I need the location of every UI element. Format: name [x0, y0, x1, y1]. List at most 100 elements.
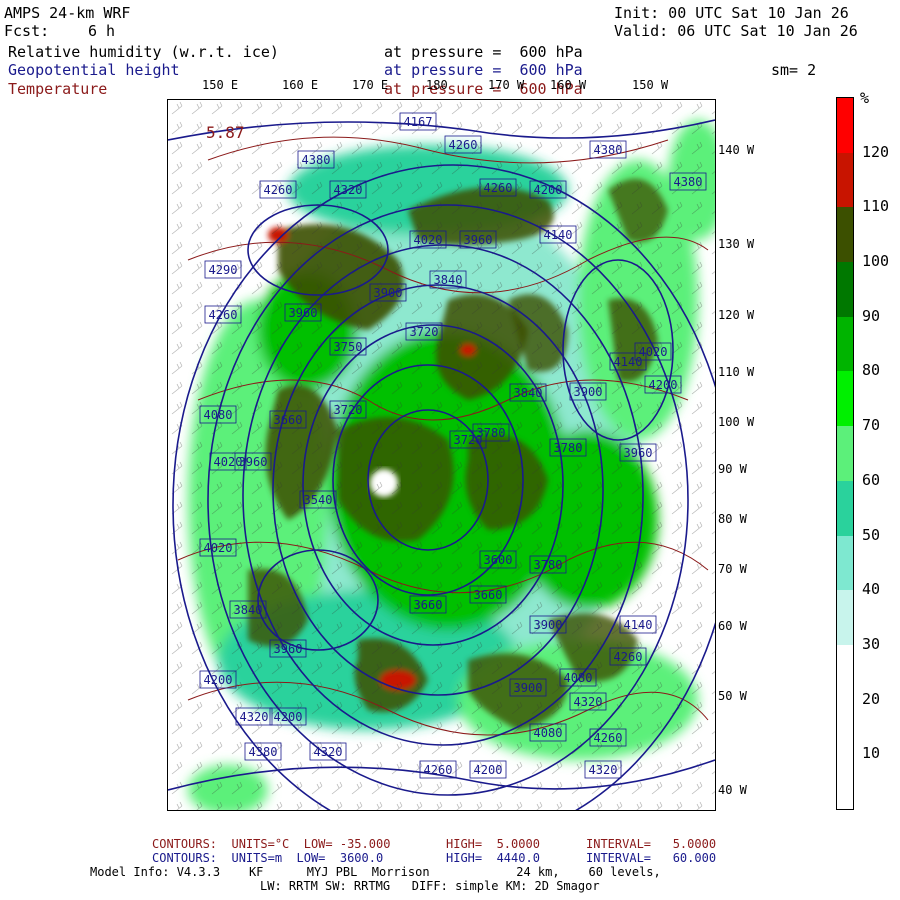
lat-label-130w: 130 W: [718, 237, 755, 251]
smoothing-label: sm= 2: [771, 61, 817, 79]
height-label: 3720: [410, 325, 439, 339]
lat-label-140w: 140 W: [718, 143, 755, 157]
height-label: 4080: [204, 408, 233, 422]
footer-height-contours: CONTOURS: UNITS=m LOW= 3600.0: [152, 851, 384, 865]
footer-height-interval: INTERVAL= 60.000: [586, 851, 717, 865]
height-label: 4140: [624, 618, 653, 632]
lon-label-150w: 150 W: [632, 78, 669, 92]
lat-label-90w: 90 W: [718, 462, 747, 476]
colorbar-segment: [837, 316, 853, 372]
colorbar-tick-label: 90: [862, 306, 881, 325]
height-label: 4260: [424, 763, 453, 777]
lat-label-120w: 120 W: [718, 308, 755, 322]
height-label: 4200: [474, 763, 503, 777]
height-label: 4320: [589, 763, 618, 777]
colorbar-tick-label: 30: [862, 634, 881, 653]
height-label: 4260: [264, 183, 293, 197]
lon-label-150e: 150 E: [202, 78, 239, 92]
field-height-name: Geopotential height: [8, 61, 180, 79]
height-label: 4167: [404, 115, 433, 129]
colorbar-segment: [837, 98, 853, 154]
height-label: 4320: [240, 710, 269, 724]
colorbar-tick-label: 20: [862, 689, 881, 708]
height-label: 4080: [564, 671, 593, 685]
lon-label-160e: 160 E: [282, 78, 319, 92]
height-label: 3900: [514, 681, 543, 695]
colorbar-segment: [837, 754, 853, 810]
colorbar-tick-label: 40: [862, 580, 881, 599]
colorbar: [836, 97, 854, 810]
colorbar-segment: [837, 371, 853, 427]
height-label: 3900: [374, 286, 403, 300]
footer-temp-interval: INTERVAL= 5.0000: [586, 837, 717, 851]
height-label: 3960: [274, 642, 303, 656]
lat-label-50w: 50 W: [718, 689, 747, 703]
height-label: 4260: [484, 181, 513, 195]
height-label: 3540: [304, 493, 333, 507]
height-label: 3720: [334, 403, 363, 417]
footer-temp-contours: CONTOURS: UNITS=°C LOW= -35.000: [152, 837, 391, 851]
height-label: 4260: [614, 650, 643, 664]
colorbar-segment: [837, 699, 853, 755]
height-label: 4320: [314, 745, 343, 759]
height-label: 3600: [484, 553, 513, 567]
height-label: 4320: [574, 695, 603, 709]
lat-label-40w: 40 W: [718, 783, 747, 797]
colorbar-segment: [837, 590, 853, 646]
height-label: 3900: [574, 385, 603, 399]
colorbar-unit: %: [860, 89, 870, 107]
height-label: 4200: [534, 183, 563, 197]
lon-label-170e: 170 E: [352, 78, 389, 92]
height-label: 4140: [544, 228, 573, 242]
init-time: Init: 00 UTC Sat 10 Jan 26: [614, 4, 849, 22]
colorbar-tick-label: 60: [862, 470, 881, 489]
height-label: 4290: [209, 263, 238, 277]
colorbar-segment: [837, 535, 853, 591]
forecast-hour: 6 h: [88, 22, 116, 40]
height-label: 4200: [204, 673, 233, 687]
height-label: 3960: [624, 446, 653, 460]
field-rh-level: at pressure = 600 hPa: [384, 43, 583, 61]
model-title: AMPS 24-km WRF: [4, 4, 131, 22]
lon-label-180: 180: [426, 78, 448, 92]
lat-label-60w: 60 W: [718, 619, 747, 633]
height-label: 3660: [414, 598, 443, 612]
lon-label-170w: 170 W: [488, 78, 525, 92]
footer-temp-high: HIGH= 5.0000: [446, 837, 540, 851]
height-label: 4260: [594, 731, 623, 745]
height-label: 3780: [534, 558, 563, 572]
height-label: 3960: [289, 306, 318, 320]
height-label: 4320: [334, 183, 363, 197]
colorbar-segment: [837, 152, 853, 208]
height-label: 3750: [334, 340, 363, 354]
height-label: 3660: [474, 588, 503, 602]
map-graphic: 5.87 4167 4380 4260 4320 4260 4200 4260 4380 438…: [168, 100, 715, 810]
height-label: 4260: [209, 308, 238, 322]
height-label: 3960: [464, 233, 493, 247]
colorbar-segment: [837, 426, 853, 482]
colorbar-segment: [837, 262, 853, 318]
height-label: 4380: [674, 175, 703, 189]
valid-time: Valid: 06 UTC Sat 10 Jan 26: [614, 22, 858, 40]
height-label: 4020: [204, 541, 233, 555]
lon-label-160w: 160 W: [550, 78, 587, 92]
lat-label-100w: 100 W: [718, 415, 755, 429]
map-panel: 5.87 4167 4380 4260 4320 4260 4200 4260 4380 438…: [167, 99, 716, 811]
height-label: 3780: [554, 441, 583, 455]
height-label: 3660: [274, 413, 303, 427]
height-label: 3840: [514, 386, 543, 400]
height-label: 4020: [639, 345, 668, 359]
height-label: 3720: [454, 433, 483, 447]
colorbar-tick-label: 100: [862, 252, 890, 271]
colorbar-tick-label: 120: [862, 142, 890, 161]
temperature-label: 5.87: [206, 123, 245, 142]
height-label: 3900: [534, 618, 563, 632]
height-label: 4260: [449, 138, 478, 152]
colorbar-tick-label: 80: [862, 361, 881, 380]
lat-label-110w: 110 W: [718, 365, 755, 379]
field-rh-name: Relative humidity (w.r.t. ice): [8, 43, 279, 61]
height-label: 4200: [649, 378, 678, 392]
colorbar-tick-label: 110: [862, 197, 890, 216]
colorbar-segment: [837, 480, 853, 537]
lat-label-80w: 80 W: [718, 512, 747, 526]
